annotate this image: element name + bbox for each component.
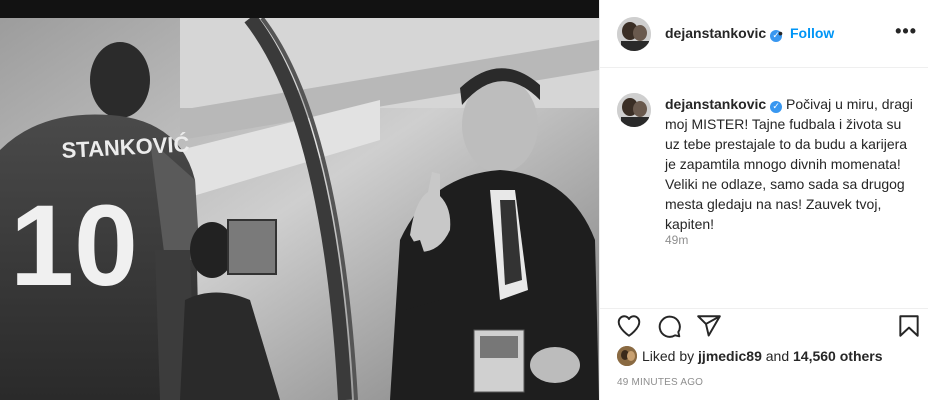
avatar-image xyxy=(617,17,651,51)
post-photo[interactable]: STANKOVIĆ 10 xyxy=(0,0,599,400)
post-caption: dejanstankovic ✓ Počivaj u miru, dragi mo… xyxy=(665,94,915,234)
author-avatar[interactable] xyxy=(617,17,651,51)
avatar-image xyxy=(617,93,651,127)
bookmark-icon[interactable] xyxy=(896,313,922,339)
avatar-image xyxy=(617,346,637,366)
heart-icon[interactable] xyxy=(616,313,642,339)
author-username[interactable]: dejanstankovic ✓ xyxy=(665,25,783,42)
caption-username[interactable]: dejanstankovic xyxy=(665,96,766,112)
post-header: dejanstankovic ✓ • Follow ••• xyxy=(600,0,928,68)
post-image: STANKOVIĆ 10 xyxy=(0,0,599,400)
follow-separator: • xyxy=(778,25,783,41)
post-actions xyxy=(600,308,928,340)
post-side-panel: dejanstankovic ✓ • Follow ••• dejanstanko… xyxy=(599,0,928,400)
caption-text: Počivaj u miru, dragi moj MISTER! Tajne … xyxy=(665,96,913,232)
photo-top-bar xyxy=(0,0,599,18)
post-timestamp[interactable]: 49 MINUTES AGO xyxy=(617,377,703,388)
verified-badge-icon: ✓ xyxy=(770,101,783,113)
comment-icon[interactable] xyxy=(656,313,682,339)
caption-author-avatar[interactable] xyxy=(617,93,651,127)
more-options-icon[interactable]: ••• xyxy=(895,21,917,42)
likes-text: Liked by jjmedic89 and 14,560 others xyxy=(642,348,883,364)
liker-username[interactable]: jjmedic89 xyxy=(698,348,762,364)
likes-count[interactable]: 14,560 others xyxy=(793,348,883,364)
caption-time[interactable]: 49m xyxy=(665,233,688,247)
caption-section: dejanstankovic ✓ Počivaj u miru, dragi mo… xyxy=(600,68,928,308)
share-icon[interactable] xyxy=(696,313,722,339)
liker-avatar[interactable] xyxy=(617,346,637,366)
jersey-number: 10 xyxy=(10,182,138,310)
follow-button[interactable]: Follow xyxy=(790,25,834,41)
